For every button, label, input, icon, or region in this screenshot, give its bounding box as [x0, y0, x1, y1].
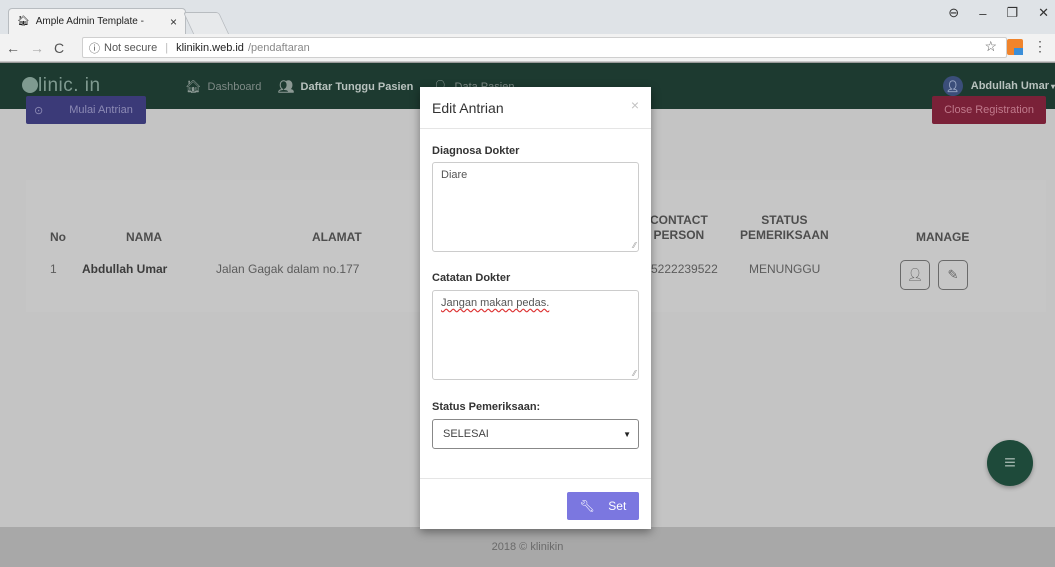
play-circle-icon: ⊙: [34, 104, 44, 117]
status-label: Status Pemeriksaan:: [432, 401, 541, 413]
menu-kebab-icon[interactable]: ⋮: [1033, 38, 1047, 55]
start-queue-label: Mulai Antrian: [69, 104, 133, 116]
column-header-status: STATUS PEMERIKSAAN: [740, 213, 829, 242]
nav-item-dashboard[interactable]: 🏠︎ Dashboard: [185, 79, 261, 95]
resize-grip-icon[interactable]: ⁄⁄: [633, 241, 636, 250]
minimize-icon[interactable]: –: [979, 6, 986, 21]
url-input[interactable]: ⓘ Not secure | klinikin.web.id/pendaftar…: [82, 37, 1007, 58]
home-icon: 🏠︎: [185, 79, 202, 94]
logo-c-icon: [22, 77, 38, 93]
edit-icon: ✎: [947, 267, 959, 282]
edit-queue-button[interactable]: ✎: [938, 260, 968, 290]
user-menu[interactable]: 👤︎ Abdullah Umar ▾: [942, 76, 1055, 96]
cell-status: MENUNGGU: [749, 262, 821, 276]
logo[interactable]: linic. in: [22, 75, 101, 97]
modal-title: Edit Antrian: [432, 100, 504, 116]
modal-close-icon[interactable]: ×: [631, 97, 639, 113]
column-header-alamat: ALAMAT: [312, 230, 362, 244]
user-icon: 👤︎: [906, 267, 924, 282]
wrench-icon: 🔧︎: [579, 499, 595, 513]
close-registration-button[interactable]: Close Registration: [932, 96, 1046, 124]
url-host: klinikin.web.id: [176, 41, 244, 54]
nav-item-daftar-tunggu[interactable]: 👥︎ Daftar Tunggu Pasien: [278, 79, 413, 95]
extension-icon[interactable]: [1007, 38, 1023, 55]
tab-title: Ample Admin Template -: [35, 16, 144, 27]
tab-close-icon[interactable]: ×: [170, 15, 177, 29]
diagnosa-label: Diagnosa Dokter: [432, 145, 520, 157]
cell-alamat: Jalan Gagak dalam no.177: [216, 262, 360, 276]
edit-queue-modal: Edit Antrian × Diagnosa Dokter Diare ⁄⁄ …: [420, 87, 651, 529]
chevron-down-icon: ▾: [1050, 81, 1055, 91]
footer-text: 2018 © klinikin: [491, 541, 564, 553]
home-icon: 🏠︎: [17, 16, 30, 27]
back-icon[interactable]: ←: [6, 40, 20, 56]
footer: 2018 © klinikin: [0, 527, 1055, 567]
url-path: /pendaftaran: [247, 41, 310, 54]
avatar: 👤︎: [942, 76, 963, 96]
set-button[interactable]: 🔧︎ Set: [567, 492, 639, 520]
user-name: Abdullah Umar: [970, 80, 1049, 92]
catatan-value: Jangan makan pedas.: [441, 297, 550, 309]
browser-tab-bar: 🏠︎ Ample Admin Template - × ⊖ – ❐ ✕: [0, 0, 1055, 34]
restore-icon[interactable]: ❐: [1006, 5, 1018, 21]
cell-contact: 5222239522: [651, 262, 718, 276]
nav-label: Dashboard: [207, 81, 262, 93]
info-icon[interactable]: ⓘ: [89, 40, 100, 56]
window-controls: ⊖ – ❐ ✕: [948, 2, 1049, 24]
catatan-label: Catatan Dokter: [432, 272, 511, 284]
modal-header: Edit Antrian ×: [420, 87, 651, 129]
view-patient-button[interactable]: 👤︎: [900, 260, 930, 290]
floating-menu-button[interactable]: ≡: [987, 440, 1033, 486]
bookmark-star-icon[interactable]: ☆: [984, 38, 997, 55]
security-label: Not secure: [104, 41, 158, 54]
cell-no: 1: [50, 262, 57, 276]
diagnosa-textarea[interactable]: Diare ⁄⁄: [432, 162, 639, 252]
status-select[interactable]: SELESAI ▼: [432, 419, 639, 449]
new-tab-button[interactable]: [182, 12, 230, 34]
column-header-manage: MANAGE: [916, 230, 970, 244]
forward-icon[interactable]: →: [30, 40, 44, 56]
browser-tab[interactable]: 🏠︎ Ample Admin Template - ×: [8, 8, 186, 34]
column-header-contact: CONTACT PERSON: [650, 213, 708, 242]
modal-divider: [420, 478, 651, 479]
users-icon: 👥︎: [278, 79, 295, 94]
column-header-no: No: [50, 230, 66, 244]
close-window-icon[interactable]: ✕: [1038, 5, 1049, 21]
toolbar-right: ☆ ⋮: [984, 38, 1047, 55]
status-selected-value: SELESAI: [443, 428, 489, 440]
url-separator: |: [165, 41, 169, 54]
cell-nama: Abdullah Umar: [82, 262, 168, 276]
catatan-textarea[interactable]: Jangan makan pedas. ⁄⁄: [432, 290, 639, 380]
resize-grip-icon[interactable]: ⁄⁄: [633, 369, 636, 378]
diagnosa-value: Diare: [441, 169, 468, 181]
set-label: Set: [608, 499, 627, 513]
profile-icon[interactable]: ⊖: [948, 5, 959, 21]
column-header-nama: NAMA: [126, 230, 162, 244]
nav-label: Daftar Tunggu Pasien: [300, 81, 414, 93]
address-bar: ← → C ⓘ Not secure | klinikin.web.id/pen…: [0, 34, 1055, 62]
caret-down-icon: ▼: [623, 430, 631, 439]
start-queue-button[interactable]: ⊙ Mulai Antrian: [26, 96, 146, 124]
menu-icon: ≡: [1004, 451, 1016, 474]
reload-icon[interactable]: C: [54, 40, 64, 56]
